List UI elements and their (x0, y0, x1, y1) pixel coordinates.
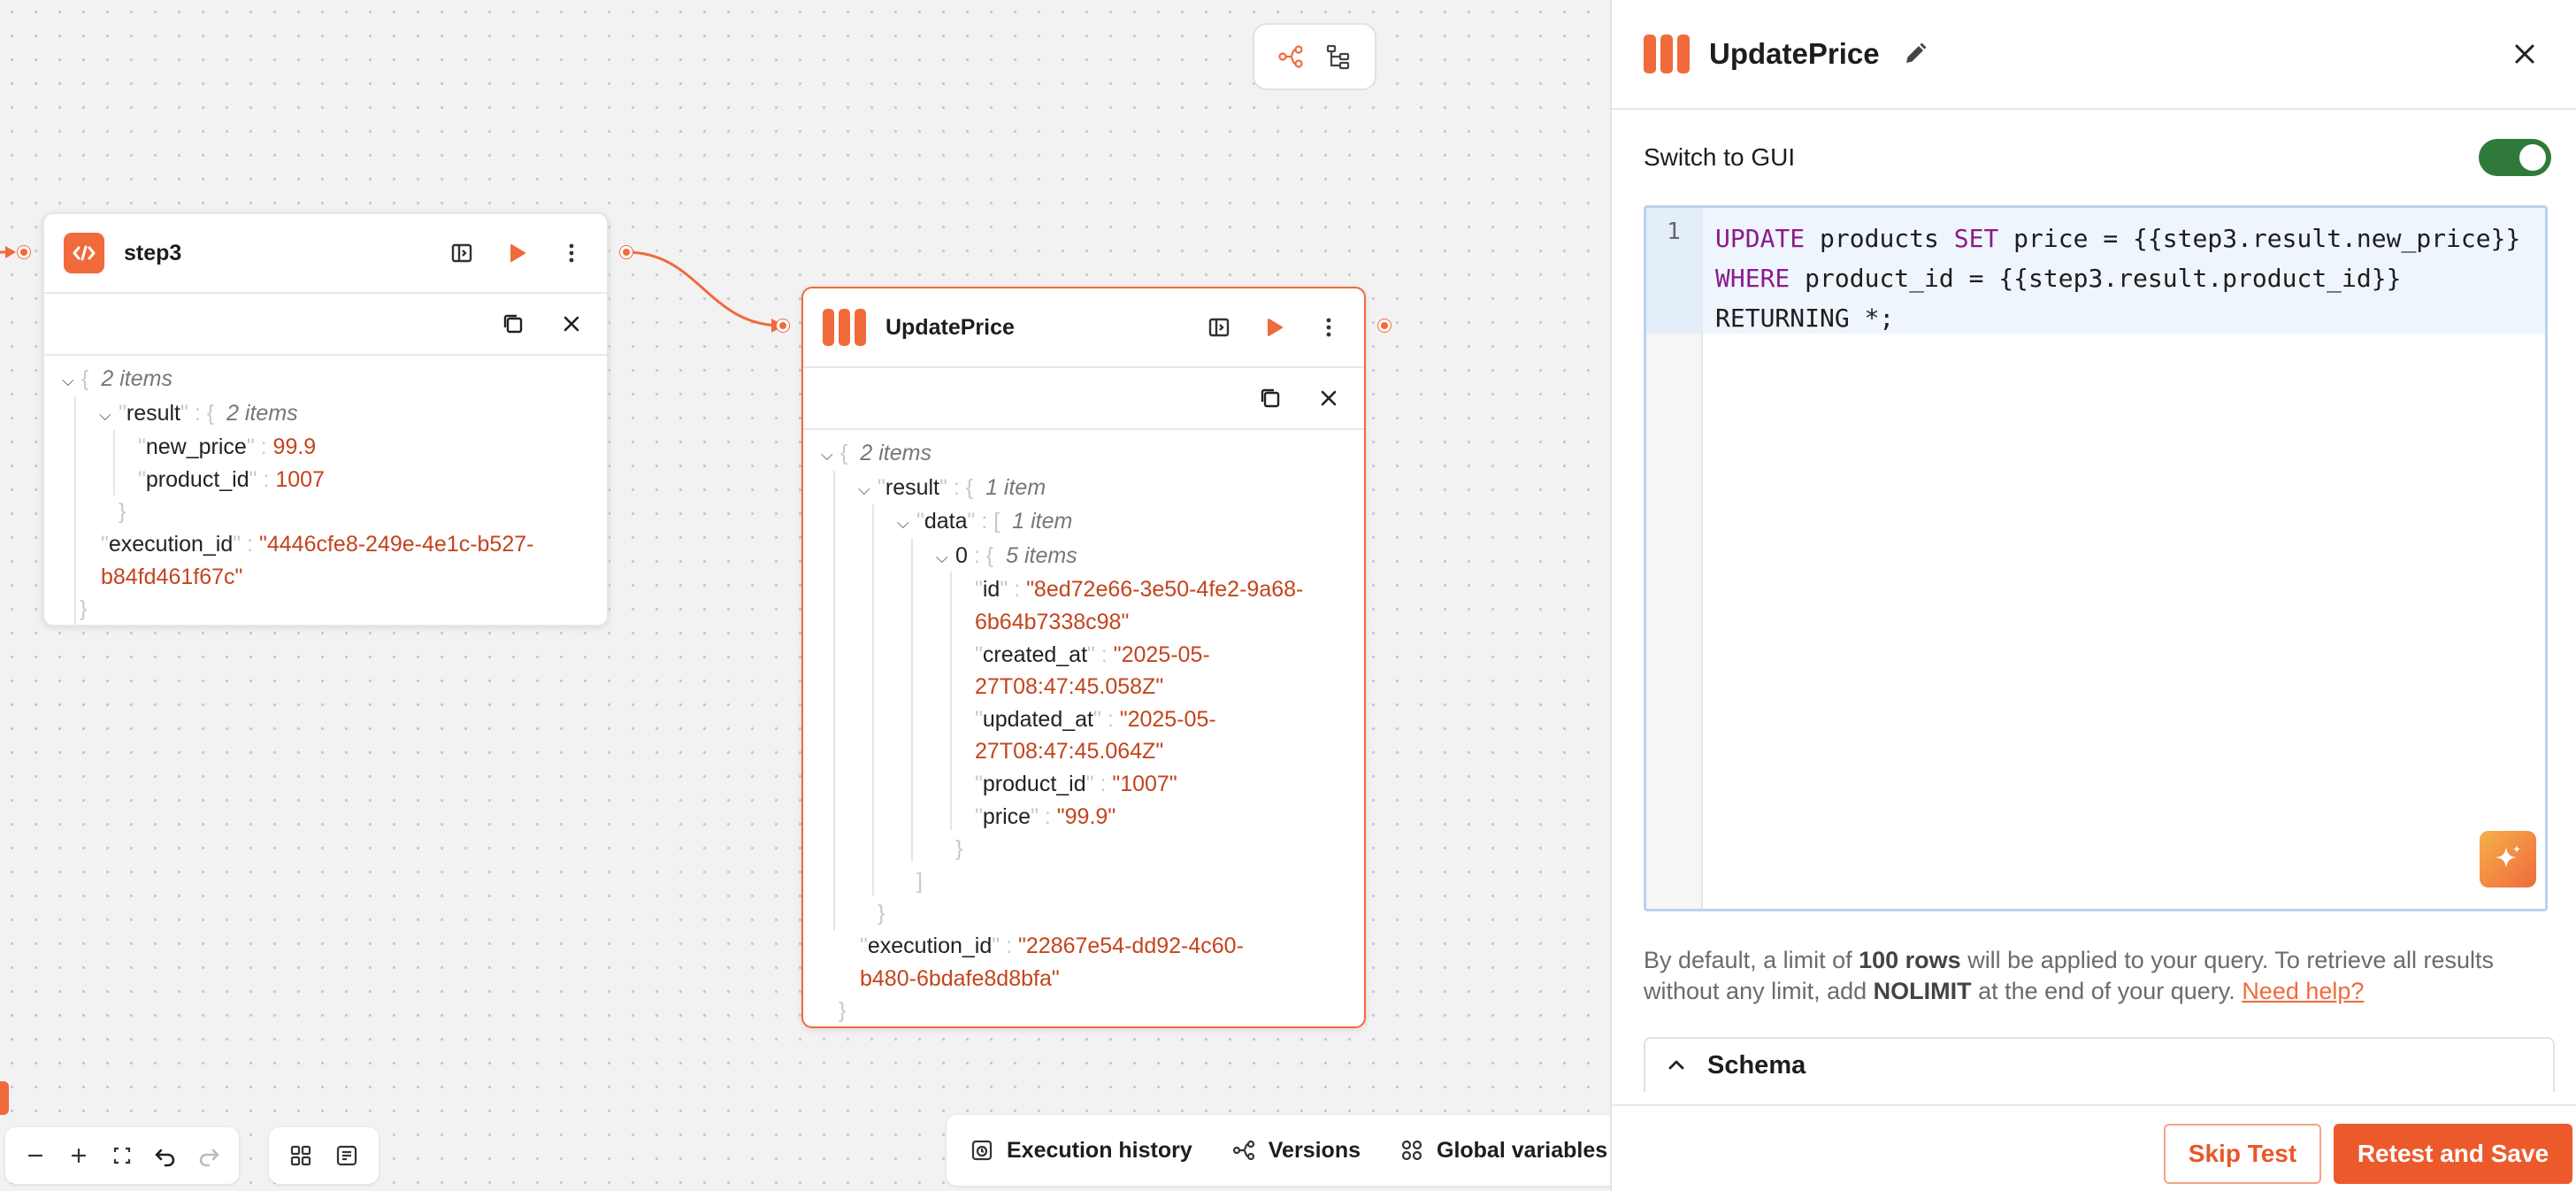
close-icon[interactable] (1313, 382, 1345, 414)
need-help-link[interactable]: Need help? (2242, 978, 2364, 1004)
step3-input-handle[interactable] (18, 246, 30, 258)
switch-to-gui-row: Switch to GUI (1644, 134, 2551, 181)
more-options-icon[interactable] (556, 237, 587, 269)
output-toolbar (803, 368, 1364, 430)
versions-icon (1232, 1140, 1254, 1161)
line-number-gutter: 1 (1646, 208, 1703, 909)
json-product-id: "product_id" : "1007" (975, 771, 1177, 796)
json-created-at-cont: 27T08:47:45.058Z" (975, 674, 1164, 700)
sql-editor[interactable]: 1 UPDATE products SET price = {{step3.re… (1644, 205, 2548, 911)
node-title: UpdatePrice (886, 314, 1015, 340)
switch-to-gui-label: Switch to GUI (1644, 143, 1796, 171)
json-execution-id-cont: b84fd461f67c" (101, 564, 243, 589)
chevron-up-icon (1668, 1060, 1684, 1070)
edit-pencil-icon[interactable] (1898, 36, 1933, 72)
updateprice-node[interactable]: UpdatePrice ⌵ {2 items ⌵ "result": {1… (801, 287, 1366, 1028)
query-limit-help: By default, a limit of 100 rows will be … (1644, 947, 2494, 1004)
versions-button[interactable]: Versions (1231, 1138, 1361, 1164)
json-created-at: "created_at" : "2025-05- (975, 642, 1210, 667)
json-execution-id-cont: b480-6bdafe8d8bfa" (860, 965, 1060, 991)
execution-history-button[interactable]: Execution history (970, 1138, 1192, 1164)
json-updated-at-cont: 27T08:47:45.064Z" (975, 739, 1164, 765)
workflow-canvas[interactable]: step3 ⌵{2 items ⌵ "result": {2 items "… (0, 0, 1610, 1191)
panel-footer: Skip Test Retest and Save (1612, 1104, 2576, 1191)
json-product-id: "product_id" : 1007 (138, 466, 325, 492)
json-id-cont: 6b64b7338c98" (975, 609, 1130, 634)
step3-output-handle[interactable] (620, 246, 632, 258)
postgres-bars-icon (1644, 35, 1690, 73)
undo-icon[interactable] (148, 1138, 183, 1173)
json-brace: } (119, 499, 126, 525)
bottom-toolbar: Execution history Versions Global variab… (947, 1115, 1610, 1186)
zoom-out-icon[interactable] (18, 1138, 53, 1173)
json-new-price: "new_price" : 99.9 (138, 434, 317, 460)
node-title: step3 (124, 240, 182, 265)
json-bracket: ] (916, 868, 923, 894)
json-execution-id: "execution_id" : "4446cfe8-249e-4e1c-b52… (101, 531, 534, 557)
run-icon[interactable] (1258, 311, 1290, 343)
json-price: "price" : "99.9" (975, 803, 1116, 829)
code-line-2: WHERE product_id = {{step3.result.produc… (1715, 264, 2402, 293)
schema-section-header[interactable]: Schema (1644, 1037, 2555, 1092)
updateprice-output-handle[interactable] (1378, 319, 1391, 332)
code-icon (64, 233, 104, 273)
output-toolbar (44, 294, 607, 356)
copy-icon[interactable] (497, 308, 529, 340)
json-execution-id: "execution_id" : "22867e54-dd92-4c60- (860, 933, 1244, 958)
more-options-icon[interactable] (1313, 311, 1345, 343)
global-variables-icon (1401, 1140, 1422, 1161)
json-updated-at: "updated_at" : "2025-05- (975, 706, 1216, 732)
grid-icon[interactable] (283, 1138, 318, 1173)
side-panel-icon[interactable] (1203, 311, 1235, 343)
close-panel-icon[interactable] (2505, 35, 2544, 73)
close-icon[interactable] (556, 308, 587, 340)
json-result[interactable]: ⌵ "result" : {1 item (821, 472, 1364, 506)
switch-to-gui-toggle[interactable] (2479, 139, 2551, 176)
left-panel-tab[interactable] (0, 1081, 9, 1115)
json-result[interactable]: ⌵ "result" : {2 items (62, 397, 607, 432)
copy-icon[interactable] (1254, 382, 1286, 414)
json-brace: } (955, 836, 963, 862)
json-output: ⌵{2 items ⌵ "result" : {2 items "new_pric… (44, 356, 607, 628)
retest-and-save-button[interactable]: Retest and Save (2334, 1124, 2572, 1184)
json-output: ⌵{2 items ⌵ "result" : {1 item ⌵ "data" : … (803, 430, 1364, 1027)
side-panel-icon[interactable] (446, 237, 478, 269)
json-root[interactable]: ⌵{2 items (821, 437, 1364, 472)
json-brace: } (80, 596, 88, 622)
sticky-note-icon[interactable] (329, 1138, 364, 1173)
run-icon[interactable] (501, 237, 533, 269)
skip-test-button[interactable]: Skip Test (2164, 1124, 2321, 1184)
code-line-3: RETURNING *; (1715, 304, 1895, 333)
redo-icon[interactable] (191, 1138, 226, 1173)
json-data[interactable]: ⌵ "data" : [1 item (821, 505, 1364, 540)
global-variables-button[interactable]: Global variables (1399, 1138, 1607, 1164)
node-header: UpdatePrice (803, 288, 1364, 368)
zoom-controls (5, 1127, 239, 1184)
fit-view-icon[interactable] (104, 1138, 140, 1173)
json-brace: } (839, 998, 847, 1024)
history-icon (971, 1140, 993, 1161)
node-header: step3 (44, 214, 607, 294)
canvas-tools (269, 1127, 379, 1184)
panel-title: UpdatePrice (1709, 37, 1880, 70)
postgres-bars-icon (823, 309, 866, 346)
step3-node[interactable]: step3 ⌵{2 items ⌵ "result": {2 items "… (42, 212, 609, 628)
code-line-1: UPDATE products SET price = {{step3.resu… (1715, 224, 2521, 253)
json-id: "id" : "8ed72e66-3e50-4fe2-9a68- (975, 577, 1304, 603)
json-brace: } (878, 901, 886, 926)
zoom-in-icon[interactable] (61, 1138, 96, 1173)
updateprice-input-handle[interactable] (777, 319, 789, 332)
json-index-0[interactable]: ⌵ 0 : {5 items (821, 540, 1364, 574)
sql-code[interactable]: UPDATE products SET price = {{step3.resu… (1715, 219, 2520, 338)
node-config-panel: UpdatePrice Switch to GUI 1 UPDATE produ… (1610, 0, 2576, 1191)
ai-assist-sparkle-icon[interactable] (2480, 831, 2536, 887)
json-root[interactable]: ⌵{2 items (62, 363, 607, 397)
schema-label: Schema (1707, 1050, 1806, 1080)
panel-header: UpdatePrice (1612, 0, 2576, 110)
